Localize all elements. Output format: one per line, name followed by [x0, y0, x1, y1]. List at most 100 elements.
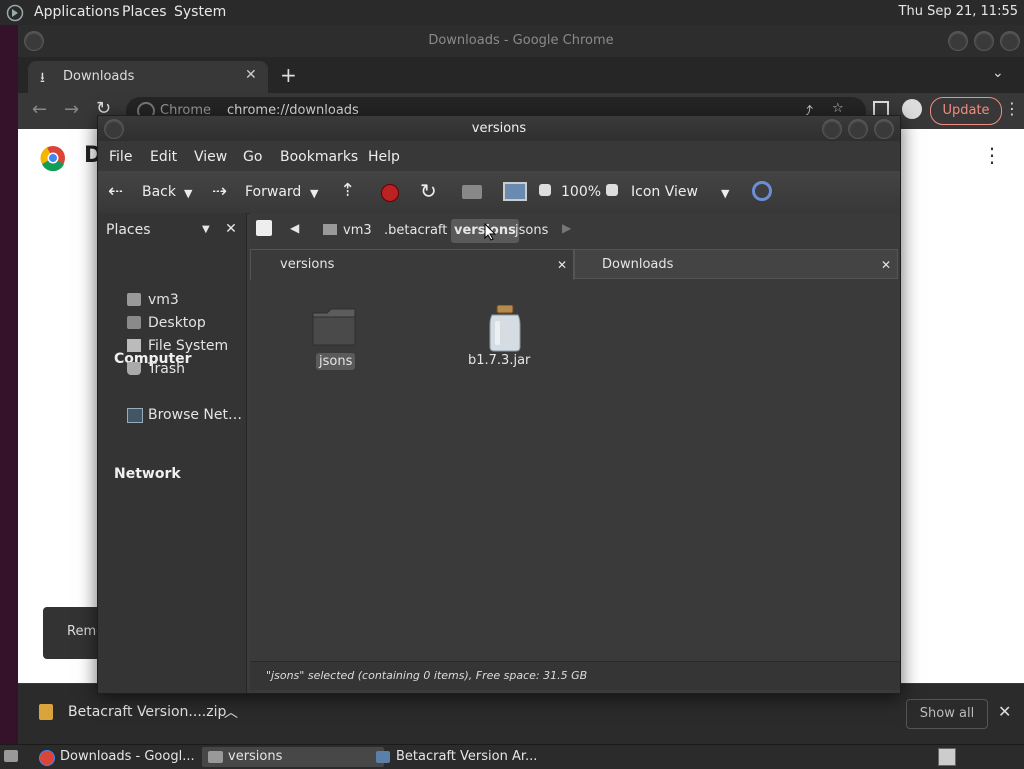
forward-history-chevron-icon[interactable]: ▼ — [310, 187, 318, 200]
download-item[interactable]: Betacraft Version....zip — [68, 704, 226, 720]
back-arrow-icon[interactable]: ← — [32, 99, 47, 120]
home-folder-icon — [323, 224, 337, 235]
fm-maximize-icon[interactable] — [848, 119, 868, 139]
search-icon[interactable] — [752, 181, 772, 201]
tab-close-icon[interactable]: ✕ — [557, 250, 567, 280]
home-folder-icon — [127, 293, 141, 306]
breadcrumb-left-icon[interactable]: ◀ — [290, 221, 299, 235]
distro-logo-icon[interactable] — [6, 4, 24, 22]
desktop-folder-icon — [127, 316, 141, 329]
tab-label: Downloads — [602, 257, 674, 272]
view-mode-chevron-icon[interactable]: ▼ — [721, 187, 729, 200]
show-all-button[interactable]: Show all — [906, 699, 988, 729]
tab-close-icon[interactable]: ✕ — [881, 250, 891, 280]
status-text: "jsons" selected (containing 0 items), F… — [266, 669, 588, 682]
back-history-chevron-icon[interactable]: ▼ — [184, 187, 192, 200]
fm-close-icon[interactable] — [874, 119, 894, 139]
menu-bookmarks[interactable]: Bookmarks — [280, 149, 358, 165]
stop-icon[interactable] — [381, 184, 399, 202]
fm-minimize-icon[interactable] — [822, 119, 842, 139]
forward-arrow-icon[interactable]: → — [64, 99, 79, 120]
chrome-title: Downloads - Google Chrome — [18, 25, 1024, 57]
archive-icon — [376, 751, 390, 763]
drive-icon — [127, 339, 141, 352]
up-icon[interactable]: ⇡ — [340, 180, 355, 201]
menu-view[interactable]: View — [194, 149, 227, 165]
system-menu[interactable]: System — [174, 4, 226, 20]
sidebar-item-file-system[interactable]: File System — [127, 338, 229, 354]
trash-icon — [127, 362, 141, 375]
file-item-b1-7-3-jar[interactable]: b1.7.3.jar — [460, 303, 550, 377]
network-icon — [127, 408, 143, 423]
file-item-jsons[interactable]: jsons — [300, 307, 370, 377]
breadcrumb-vm3[interactable]: vm3 — [320, 219, 375, 243]
back-icon[interactable]: ⇠ — [108, 181, 123, 202]
chrome-menu-icon[interactable] — [24, 31, 44, 51]
top-panel: Applications Places System Thu Sep 21, 1… — [0, 0, 1024, 26]
forward-button[interactable]: Forward — [245, 184, 301, 200]
edit-location-icon[interactable] — [256, 220, 272, 236]
places-menu[interactable]: Places — [122, 4, 167, 20]
profile-avatar[interactable] — [902, 99, 922, 119]
bookmark-star-icon[interactable]: ☆ — [832, 101, 844, 116]
sidebar-item-label: Browse Net… — [148, 407, 243, 423]
computer-icon[interactable] — [503, 182, 527, 201]
sidebar-item-label: vm3 — [148, 292, 179, 308]
menu-help[interactable]: Help — [368, 149, 400, 165]
sidebar-item-trash[interactable]: Trash — [127, 361, 185, 377]
chrome-tab-strip: ⭳ Downloads ✕ + ⌄ — [18, 57, 1024, 93]
taskbar-item-label: Betacraft Version Ar... — [396, 749, 538, 764]
workspace-switcher[interactable] — [938, 748, 956, 766]
breadcrumb-right-icon[interactable]: ▶ — [562, 221, 571, 235]
sidebar-item-vm3[interactable]: vm3 — [127, 292, 179, 308]
home-folder-icon[interactable] — [462, 185, 482, 199]
reload-icon[interactable]: ↻ — [420, 179, 437, 203]
tab-close-icon[interactable]: ✕ — [245, 67, 257, 83]
sidebar-item-label: File System — [148, 338, 229, 354]
zip-file-icon — [39, 704, 53, 720]
menu-edit[interactable]: Edit — [150, 149, 177, 165]
taskbar-item-betacraft[interactable]: Betacraft Version Ar... — [370, 747, 576, 767]
update-button[interactable]: Update — [930, 97, 1002, 125]
taskbar-item-versions[interactable]: versions — [202, 747, 384, 767]
taskbar-item-chrome[interactable]: Downloads - Googl... — [34, 747, 222, 767]
forward-icon[interactable]: ⇢ — [212, 181, 227, 202]
chrome-minimize-icon[interactable] — [948, 31, 968, 51]
fm-title: versions — [98, 116, 900, 141]
menu-file[interactable]: File — [109, 149, 132, 165]
chrome-tab-downloads[interactable]: ⭳ Downloads ✕ — [28, 61, 268, 93]
new-tab-icon[interactable]: + — [280, 63, 297, 87]
download-icon: ⭳ — [40, 70, 45, 86]
shelf-close-icon[interactable]: ✕ — [998, 702, 1011, 721]
zoom-in-icon[interactable] — [606, 184, 618, 196]
view-mode-select[interactable]: Icon View — [631, 184, 698, 200]
show-desktop-icon[interactable] — [4, 750, 18, 762]
tab-search-chevron-icon[interactable]: ⌄ — [992, 65, 1004, 81]
tab-downloads[interactable]: Downloads ✕ — [574, 249, 898, 279]
breadcrumb-jsons[interactable]: jsons — [512, 219, 551, 243]
breadcrumb-label: vm3 — [343, 223, 372, 238]
fm-menubar: File Edit View Go Bookmarks Help — [98, 141, 900, 171]
fm-main: ◀ vm3 .betacraft versions jsons ▶ versio… — [250, 213, 900, 693]
tab-label: versions — [280, 257, 335, 272]
sidebar-list: vm3 Desktop File System Trash Browse Net… — [98, 213, 246, 613]
page-menu-icon[interactable]: ⋮ — [982, 143, 1002, 167]
back-button[interactable]: Back — [142, 184, 176, 200]
download-chevron-icon[interactable]: ︿ — [224, 702, 238, 722]
taskbar-item-label: Downloads - Googl... — [60, 749, 195, 764]
status-bar: "jsons" selected (containing 0 items), F… — [250, 661, 900, 690]
chrome-kebab-icon[interactable]: ⋮ — [1004, 99, 1020, 118]
sidebar-item-browse-network[interactable]: Browse Net… — [127, 407, 243, 423]
chrome-maximize-icon[interactable] — [974, 31, 994, 51]
tab-versions[interactable]: versions ✕ — [250, 249, 574, 280]
sidebar-item-desktop[interactable]: Desktop — [127, 315, 206, 331]
zoom-out-icon[interactable] — [539, 184, 551, 196]
chrome-close-icon[interactable] — [1000, 31, 1020, 51]
taskbar-item-label: versions — [228, 749, 283, 764]
applications-menu[interactable]: Applications — [34, 4, 120, 20]
breadcrumb-betacraft[interactable]: .betacraft — [381, 219, 450, 243]
clock[interactable]: Thu Sep 21, 11:55 — [899, 4, 1018, 19]
file-label: jsons — [316, 353, 356, 370]
fm-menu-icon[interactable] — [104, 119, 124, 139]
menu-go[interactable]: Go — [243, 149, 262, 165]
